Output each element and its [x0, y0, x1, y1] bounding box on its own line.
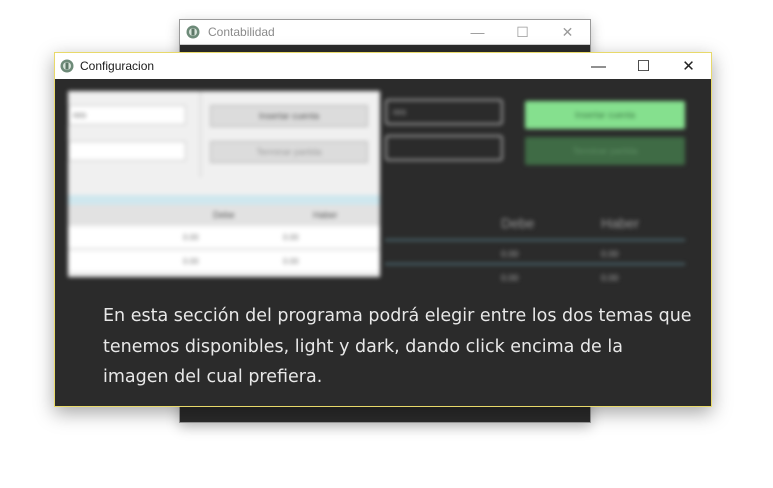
preview-cell: 0.00 — [601, 273, 619, 283]
maximize-button[interactable]: ☐ — [500, 20, 545, 44]
preview-cell: 0.00 — [601, 249, 619, 259]
preview-column-haber: Haber — [601, 215, 640, 231]
preview-divider — [200, 91, 201, 177]
theme-description: En esta sección del programa podrá elegi… — [103, 306, 692, 387]
preview-cell: 0.00 — [183, 257, 199, 266]
background-window-titlebar: Contabilidad — ☐ ✕ — [180, 20, 590, 45]
preview-column-debe: Debe — [501, 215, 535, 231]
preview-finish-button: Terminar partida — [525, 137, 685, 165]
minimize-button[interactable]: — — [576, 53, 621, 79]
preview-insert-button: Insertar cuenta — [210, 105, 368, 127]
preview-finish-button: Terminar partida — [210, 141, 368, 163]
app-icon — [186, 25, 200, 39]
preview-table-row: 0.00 0.00 — [68, 227, 380, 249]
background-window-title: Contabilidad — [208, 25, 275, 39]
close-button[interactable]: ✕ — [545, 20, 590, 44]
preview-column-haber: Haber — [313, 210, 338, 220]
preview-cell: 0.00 — [501, 249, 519, 259]
preview-divider — [385, 263, 685, 265]
dark-theme-preview[interactable]: nro Insertar cuenta Terminar partida Deb… — [385, 91, 695, 291]
close-button[interactable]: ✕ — [666, 53, 711, 79]
preview-cell: 0.00 — [283, 257, 299, 266]
preview-table-row: 0.00 0.00 — [68, 251, 380, 273]
dialog-titlebar[interactable]: Configuracion — ☐ ✕ — [55, 53, 711, 79]
preview-band — [68, 195, 380, 205]
preview-column-debe: Debe — [213, 210, 235, 220]
dialog-content: nro Insertar cuenta Terminar partida Deb… — [55, 79, 711, 406]
app-icon — [60, 59, 74, 73]
light-theme-preview[interactable]: nro Insertar cuenta Terminar partida Deb… — [68, 91, 380, 277]
preview-cell: 0.00 — [501, 273, 519, 283]
dialog-title: Configuracion — [80, 59, 155, 73]
preview-input: nro — [385, 99, 503, 125]
preview-divider — [385, 239, 685, 241]
preview-insert-button: Insertar cuenta — [525, 101, 685, 129]
preview-input — [385, 135, 503, 161]
preview-cell: 0.00 — [183, 233, 199, 242]
maximize-button[interactable]: ☐ — [621, 53, 666, 79]
preview-input — [68, 141, 186, 161]
configuracion-dialog: Configuracion — ☐ ✕ nro Insertar cuenta … — [54, 52, 712, 407]
minimize-button[interactable]: — — [455, 20, 500, 44]
preview-cell: 0.00 — [283, 233, 299, 242]
preview-table-header: Debe Haber — [68, 205, 380, 225]
preview-input: nro — [68, 105, 186, 125]
